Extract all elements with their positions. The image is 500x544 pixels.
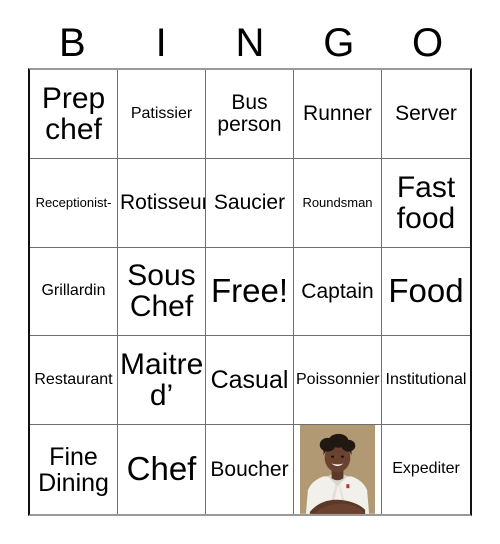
bingo-cell-label: Sous Chef xyxy=(127,259,196,324)
bingo-cell[interactable]: Poissonnier xyxy=(294,336,382,426)
bingo-cell[interactable]: Food xyxy=(382,247,470,337)
bingo-cell[interactable]: Casual xyxy=(206,336,294,426)
bingo-cell-label: Poissonnier xyxy=(296,370,380,388)
bingo-cell-label: Saucier xyxy=(213,190,286,214)
header-letter-o: O xyxy=(412,21,444,65)
bingo-cell-label: Institutional xyxy=(385,370,467,388)
bingo-cell[interactable]: Bus person xyxy=(206,70,294,159)
bingo-cell-label: Prep chef xyxy=(41,81,106,146)
bingo-cell-label: Maitre d’ xyxy=(120,348,204,413)
bingo-cell[interactable]: Restaurant xyxy=(30,336,118,426)
chef-portrait-image xyxy=(300,425,375,514)
bingo-cell-label: Runner xyxy=(303,101,372,125)
bingo-cell-label: Bus person xyxy=(217,91,282,136)
bingo-cell[interactable]: Institutional xyxy=(382,336,470,426)
bingo-cell[interactable]: Chef xyxy=(118,425,206,514)
bingo-cell[interactable]: Saucier xyxy=(206,158,294,248)
header-letter-i: I xyxy=(155,21,167,65)
bingo-cell-label: Fast food xyxy=(396,170,456,235)
bingo-cell[interactable]: Captain xyxy=(294,247,382,337)
bingo-cell-label: Boucher xyxy=(210,457,289,481)
bingo-cell-image[interactable] xyxy=(294,425,382,514)
bingo-cell[interactable]: Boucher xyxy=(206,425,294,514)
bingo-cell-label: Restaurant xyxy=(34,370,113,388)
bingo-cell[interactable]: Rotisseur xyxy=(118,158,206,248)
bingo-cell-label: Receptionist- xyxy=(35,194,112,210)
bingo-cell-label: Free! xyxy=(210,272,289,310)
bingo-cell[interactable]: Fine Dining xyxy=(30,425,118,514)
bingo-cell[interactable]: Runner xyxy=(294,70,382,159)
header-letter-n: N xyxy=(235,21,265,65)
header-letter-b: B xyxy=(59,21,86,65)
bingo-cell-label: Expediter xyxy=(392,460,460,478)
bingo-cell[interactable]: Fast food xyxy=(382,158,470,248)
bingo-cell-label: Fine Dining xyxy=(38,442,109,497)
bingo-cell-label: Captain xyxy=(301,279,374,303)
bingo-grid: Prep chef Patissier Bus person Runner Server… xyxy=(28,68,472,516)
header-letter-g: G xyxy=(323,21,355,65)
bingo-cell-label: Roundsman xyxy=(302,194,373,210)
bingo-cell[interactable]: Sous Chef xyxy=(118,247,206,337)
bingo-cell[interactable]: Maitre d’ xyxy=(118,336,206,426)
bingo-header-row: B I N G O xyxy=(28,18,472,68)
bingo-cell-label: Patissier xyxy=(130,104,193,122)
bingo-cell[interactable]: Server xyxy=(382,70,470,159)
bingo-cell[interactable]: Patissier xyxy=(118,70,206,159)
bingo-cell[interactable]: Grillardin xyxy=(30,247,118,337)
bingo-cell[interactable]: Expediter xyxy=(382,425,470,514)
bingo-cell[interactable]: Prep chef xyxy=(30,70,118,159)
bingo-cell-label: Casual xyxy=(210,366,289,395)
bingo-cell[interactable]: Roundsman xyxy=(294,158,382,248)
bingo-cell[interactable]: Receptionist- xyxy=(30,158,118,248)
bingo-cell-label: Food xyxy=(388,272,464,310)
bingo-card: B I N G O Prep chef Patissier Bus person Ru… xyxy=(0,0,500,544)
bingo-cell-label: Grillardin xyxy=(41,282,106,300)
bingo-cell-label: Server xyxy=(395,101,457,125)
bingo-cell-label: Rotisseur xyxy=(120,190,206,214)
bingo-cell-label: Chef xyxy=(126,450,197,488)
bingo-cell-free-space[interactable]: Free! xyxy=(206,247,294,337)
